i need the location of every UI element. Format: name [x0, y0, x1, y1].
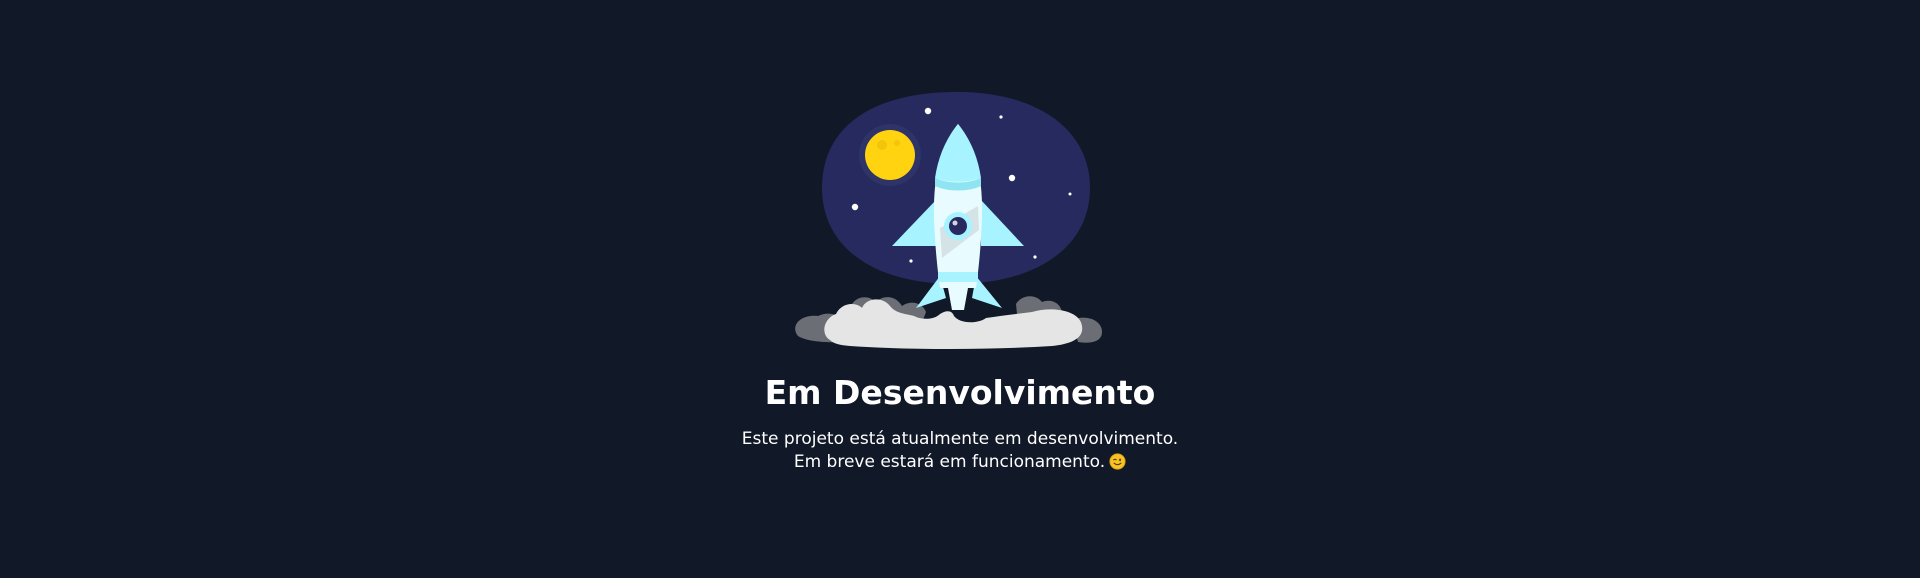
status-message: Este projeto está atualmente em desenvol… — [0, 428, 1920, 474]
message-line-1: Este projeto está atualmente em desenvol… — [741, 429, 1179, 449]
message-line-2-wrapper: Em breve estará em funcionamento. — [0, 451, 1920, 474]
winking-face-icon — [1109, 453, 1126, 470]
page-title: Em Desenvolvimento — [764, 373, 1156, 412]
moon-icon — [859, 124, 921, 186]
rocket-illustration-svg — [795, 91, 1102, 349]
page: Em Desenvolvimento Este projeto está atu… — [0, 0, 1920, 578]
message-line-2: Em breve estará em funcionamento. — [793, 452, 1106, 472]
rocket-launch-illustration — [790, 88, 1130, 354]
